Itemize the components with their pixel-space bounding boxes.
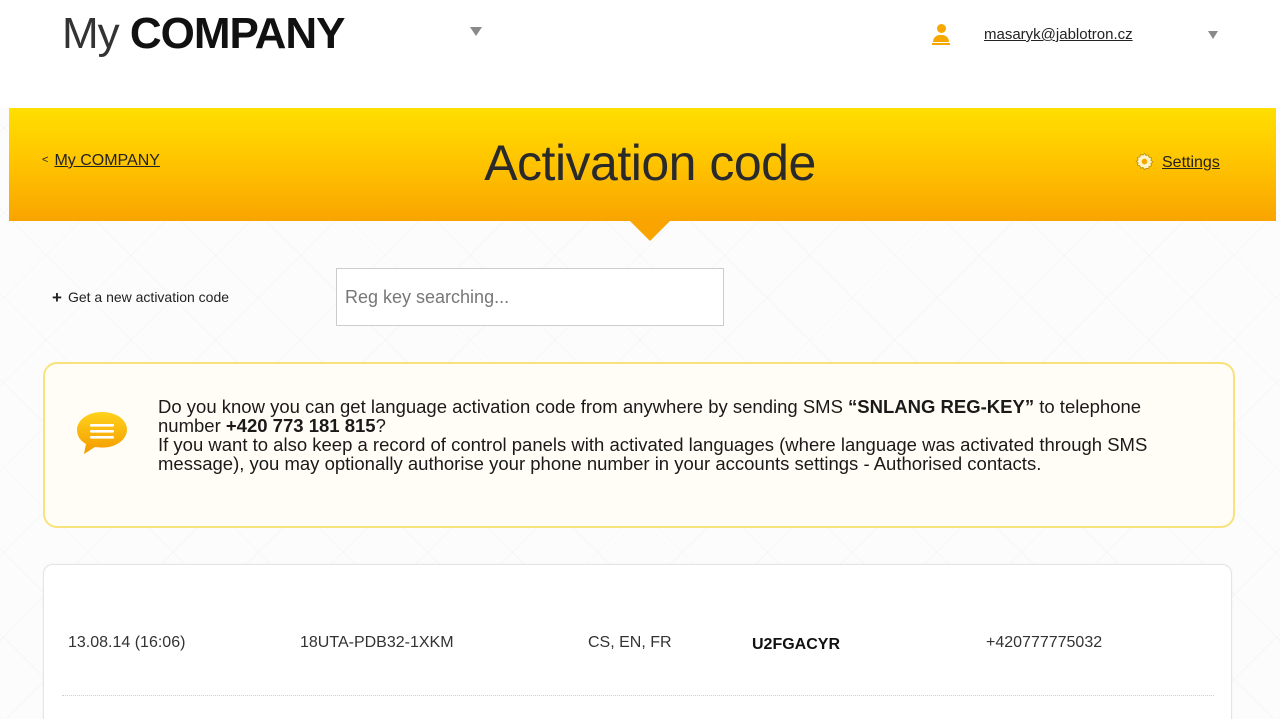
row-date: 13.08.14 (16:06) bbox=[68, 634, 186, 651]
back-link-label: My COMPANY bbox=[54, 152, 160, 169]
info-text-part: ? bbox=[375, 415, 386, 436]
band-pointer bbox=[630, 221, 670, 241]
caret-down-icon[interactable] bbox=[1208, 31, 1218, 39]
row-languages: CS, EN, FR bbox=[588, 634, 672, 651]
table-row[interactable]: 13.08.14 (16:06) 18UTA-PDB32-1XKM CS, EN… bbox=[62, 620, 1214, 696]
settings-label: Settings bbox=[1162, 154, 1220, 171]
top-bar: My COMPANY masaryk@jablotron.cz bbox=[0, 0, 1280, 108]
brand-bold: COMPANY bbox=[129, 9, 346, 58]
info-message: Do you know you can get language activat… bbox=[158, 397, 1208, 473]
info-text-part: If you want to also keep a record of con… bbox=[158, 434, 1148, 474]
chevron-left-icon: < bbox=[42, 154, 49, 166]
user-icon bbox=[932, 24, 950, 46]
brand-light: My bbox=[62, 9, 120, 58]
info-text-part: Do you know you can get language activat… bbox=[158, 396, 849, 417]
user-menu-link[interactable]: masaryk@jablotron.cz bbox=[984, 26, 1133, 43]
row-phone: +420777775032 bbox=[986, 634, 1103, 651]
row-activation-code: U2FGACYR bbox=[752, 636, 841, 653]
settings-link[interactable]: Settings bbox=[1135, 152, 1220, 172]
chat-bubble-icon bbox=[77, 412, 127, 454]
page-title: Activation code bbox=[484, 135, 816, 191]
new-activation-code-button[interactable]: + Get a new activation code bbox=[52, 288, 229, 308]
row-reg-key: 18UTA-PDB32-1XKM bbox=[300, 634, 454, 651]
back-link[interactable]: < My COMPANY bbox=[42, 152, 160, 170]
company-switcher[interactable]: My COMPANY bbox=[62, 6, 346, 62]
gear-icon bbox=[1135, 152, 1154, 171]
reg-key-search-input[interactable] bbox=[336, 268, 724, 326]
new-code-label: Get a new activation code bbox=[67, 289, 230, 305]
plus-icon: + bbox=[52, 288, 62, 307]
sms-command: “SNLANG REG-KEY” bbox=[848, 396, 1035, 417]
sms-phone-number: +420 773 181 815 bbox=[225, 415, 376, 436]
caret-down-icon[interactable] bbox=[470, 27, 482, 36]
